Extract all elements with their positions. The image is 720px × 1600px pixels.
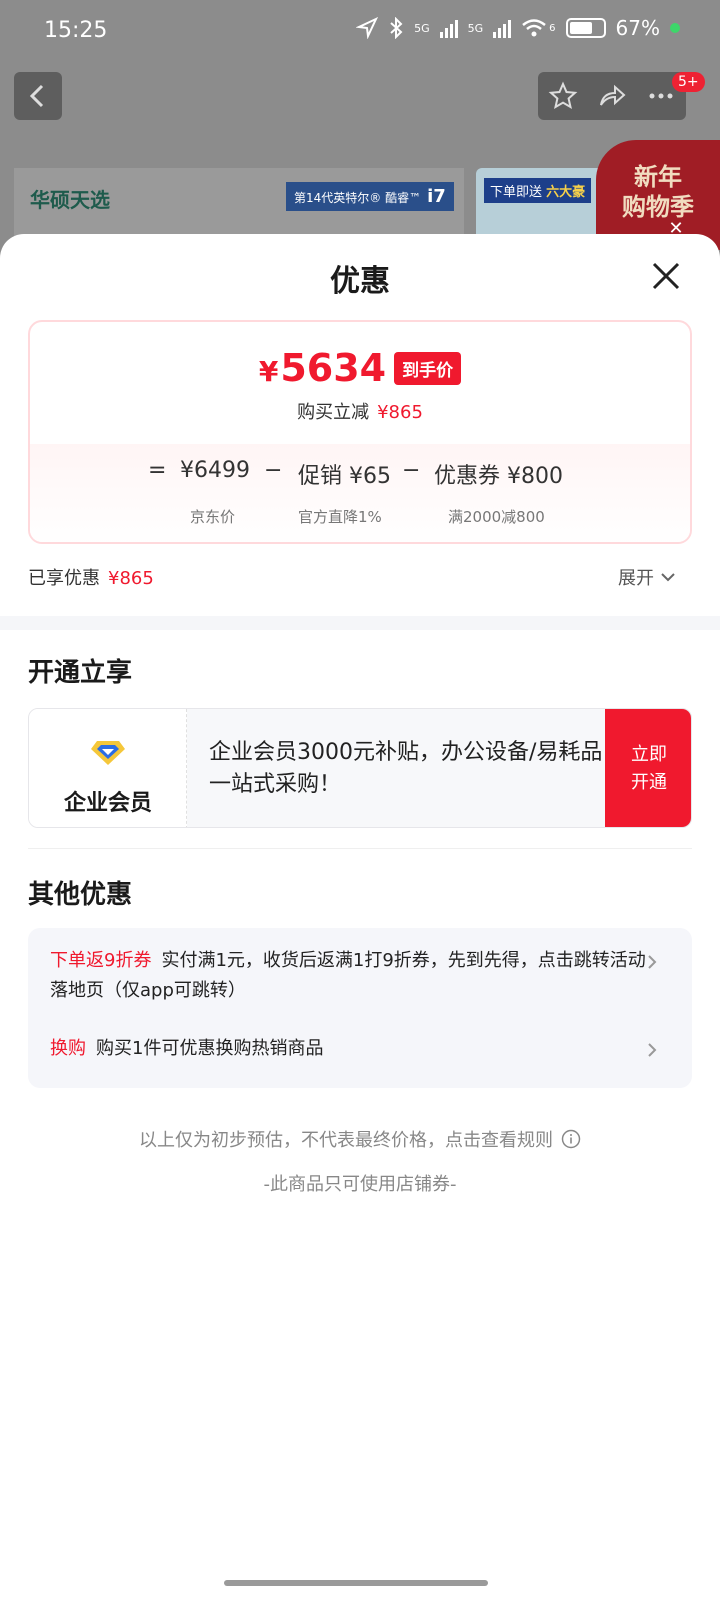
gift-chip-highlight: 六大豪 xyxy=(546,185,586,200)
offer-item-coupon[interactable]: 下单返9折券 实付满1元，收货后返满1打9折券，先到先得，点击跳转活动落地页（仅a… xyxy=(50,946,660,1006)
price-summary: ¥5634 到手价 购买立减 ¥865 xyxy=(30,322,690,444)
member-name: 企业会员 xyxy=(63,791,152,816)
offer-tag: 换购 xyxy=(50,1038,86,1059)
formula-minus-2: − xyxy=(402,458,421,483)
network-label-1: 5G xyxy=(414,21,430,35)
status-bar: 15:25 5G 5G 6 67% xyxy=(0,0,720,64)
home-indicator[interactable] xyxy=(224,1580,488,1586)
network-label-2: 5G xyxy=(467,21,484,35)
close-button[interactable] xyxy=(646,256,686,296)
gift-chip: 下单即送 六大豪 xyxy=(484,178,592,203)
formula-equals: = xyxy=(148,458,167,483)
expand-label: 展开 xyxy=(618,568,654,589)
final-price-tag: 到手价 xyxy=(394,351,462,385)
enjoyed-discount: 已享优惠 ¥865 xyxy=(28,564,154,590)
final-price: ¥5634 xyxy=(259,346,386,390)
price-card: ¥5634 到手价 购买立减 ¥865 = ¥6499 − 促销 ¥65 − 优惠… xyxy=(28,320,692,544)
member-card[interactable]: 企业会员 企业会员3000元补贴，办公设备/易耗品一站式采购！ 立即 开通 xyxy=(28,708,692,828)
divider xyxy=(28,848,692,849)
offer-tag: 下单返9折券 xyxy=(50,950,152,971)
sheet-title: 优惠 xyxy=(330,264,390,299)
expand-button[interactable]: 展开 xyxy=(618,564,676,590)
signal-icon xyxy=(439,18,458,38)
gift-chip-prefix: 下单即送 xyxy=(490,185,543,200)
chevron-right-icon xyxy=(648,1043,657,1057)
chevron-down-icon xyxy=(661,573,675,582)
back-button[interactable] xyxy=(14,72,62,120)
formula-coupon: 优惠券 ¥800 xyxy=(434,464,563,489)
bluetooth-icon xyxy=(390,17,403,39)
banner-chip-model: i7 xyxy=(427,186,446,207)
formula-promo: 促销 ¥65 xyxy=(298,464,391,489)
banner-chip: 第14代英特尔® 酷睿™ i7 xyxy=(286,182,454,211)
formula-base: ¥6499 xyxy=(180,458,250,483)
open-section-title: 开通立享 xyxy=(28,658,133,688)
location-icon xyxy=(356,17,379,39)
background-page: 15:25 5G 5G 6 67% 5+ 华硕天选 第14代英特尔® 酷睿™ i7… xyxy=(0,0,720,260)
chevron-right-icon xyxy=(648,955,657,969)
section-divider xyxy=(0,616,720,630)
other-section-title: 其他优惠 xyxy=(28,880,133,910)
diamond-logo-icon xyxy=(82,728,134,780)
privacy-dot xyxy=(670,23,680,33)
activate-line-2: 开通 xyxy=(631,772,667,793)
battery-level: 67% xyxy=(615,16,660,40)
promo-line-2: 购物季 xyxy=(622,193,694,221)
close-icon xyxy=(652,262,680,290)
nav-actions xyxy=(538,72,686,120)
promo-label: 官方直降1% xyxy=(298,508,382,526)
star-icon[interactable] xyxy=(548,81,578,111)
other-offers-list: 下单返9折券 实付满1元，收货后返满1打9折券，先到先得，点击跳转活动落地页（仅a… xyxy=(28,928,692,1088)
coupon-label: 满2000减800 xyxy=(448,508,545,526)
discount-sheet: 优惠 ¥5634 到手价 购买立减 ¥865 = ¥6499 − 促销 ¥65 −… xyxy=(0,234,720,1600)
currency-symbol: ¥ xyxy=(258,355,279,388)
status-time: 15:25 xyxy=(44,18,108,43)
member-brand: 企业会员 xyxy=(29,709,187,827)
final-price-value: 5634 xyxy=(280,346,387,390)
instant-discount-label: 购买立减 xyxy=(297,402,370,423)
price-formula: = ¥6499 − 促销 ¥65 − 优惠券 ¥800 京东价 官方直降1% 满… xyxy=(30,444,690,542)
activate-line-1: 立即 xyxy=(631,744,667,765)
message-badge: 5+ xyxy=(672,72,705,92)
member-description: 企业会员3000元补贴，办公设备/易耗品一站式采购！ xyxy=(209,740,603,797)
banner-brand: 华硕天选 xyxy=(30,188,110,212)
offer-text: 购买1件可优惠换购热销商品 xyxy=(96,1038,324,1059)
store-coupon-note: -此商品只可使用店铺券- xyxy=(263,1174,457,1195)
formula-row: = ¥6499 − 促销 ¥65 − 优惠券 ¥800 xyxy=(30,458,690,494)
formula-minus-1: − xyxy=(264,458,283,483)
enjoyed-amount: ¥865 xyxy=(108,568,154,589)
enjoyed-label: 已享优惠 xyxy=(28,568,100,589)
share-icon[interactable] xyxy=(597,81,627,111)
wifi-sub-label: 6 xyxy=(549,22,556,34)
status-icons: 5G 5G 6 67% xyxy=(356,16,680,40)
final-price-row: ¥5634 到手价 xyxy=(30,346,690,390)
offer-item-exchange[interactable]: 换购 购买1件可优惠换购热销商品 xyxy=(50,1034,660,1064)
banner-chip-text: 第14代英特尔® 酷睿™ xyxy=(294,191,422,205)
info-icon xyxy=(561,1129,581,1149)
battery-icon xyxy=(565,18,606,38)
promo-line-1: 新年 xyxy=(634,163,682,191)
activate-button[interactable]: 立即 开通 xyxy=(605,709,691,827)
wifi-icon xyxy=(522,19,546,37)
base-label: 京东价 xyxy=(190,508,236,526)
estimate-note-text: 以上仅为初步预估，不代表最终价格，点击查看规则 xyxy=(139,1130,553,1151)
signal-icon-2 xyxy=(493,18,512,38)
instant-discount: 购买立减 ¥865 xyxy=(30,398,690,424)
estimate-note[interactable]: 以上仅为初步预估，不代表最终价格，点击查看规则 xyxy=(0,1126,720,1152)
instant-discount-amount: ¥865 xyxy=(377,402,423,423)
chevron-left-icon xyxy=(29,84,44,108)
